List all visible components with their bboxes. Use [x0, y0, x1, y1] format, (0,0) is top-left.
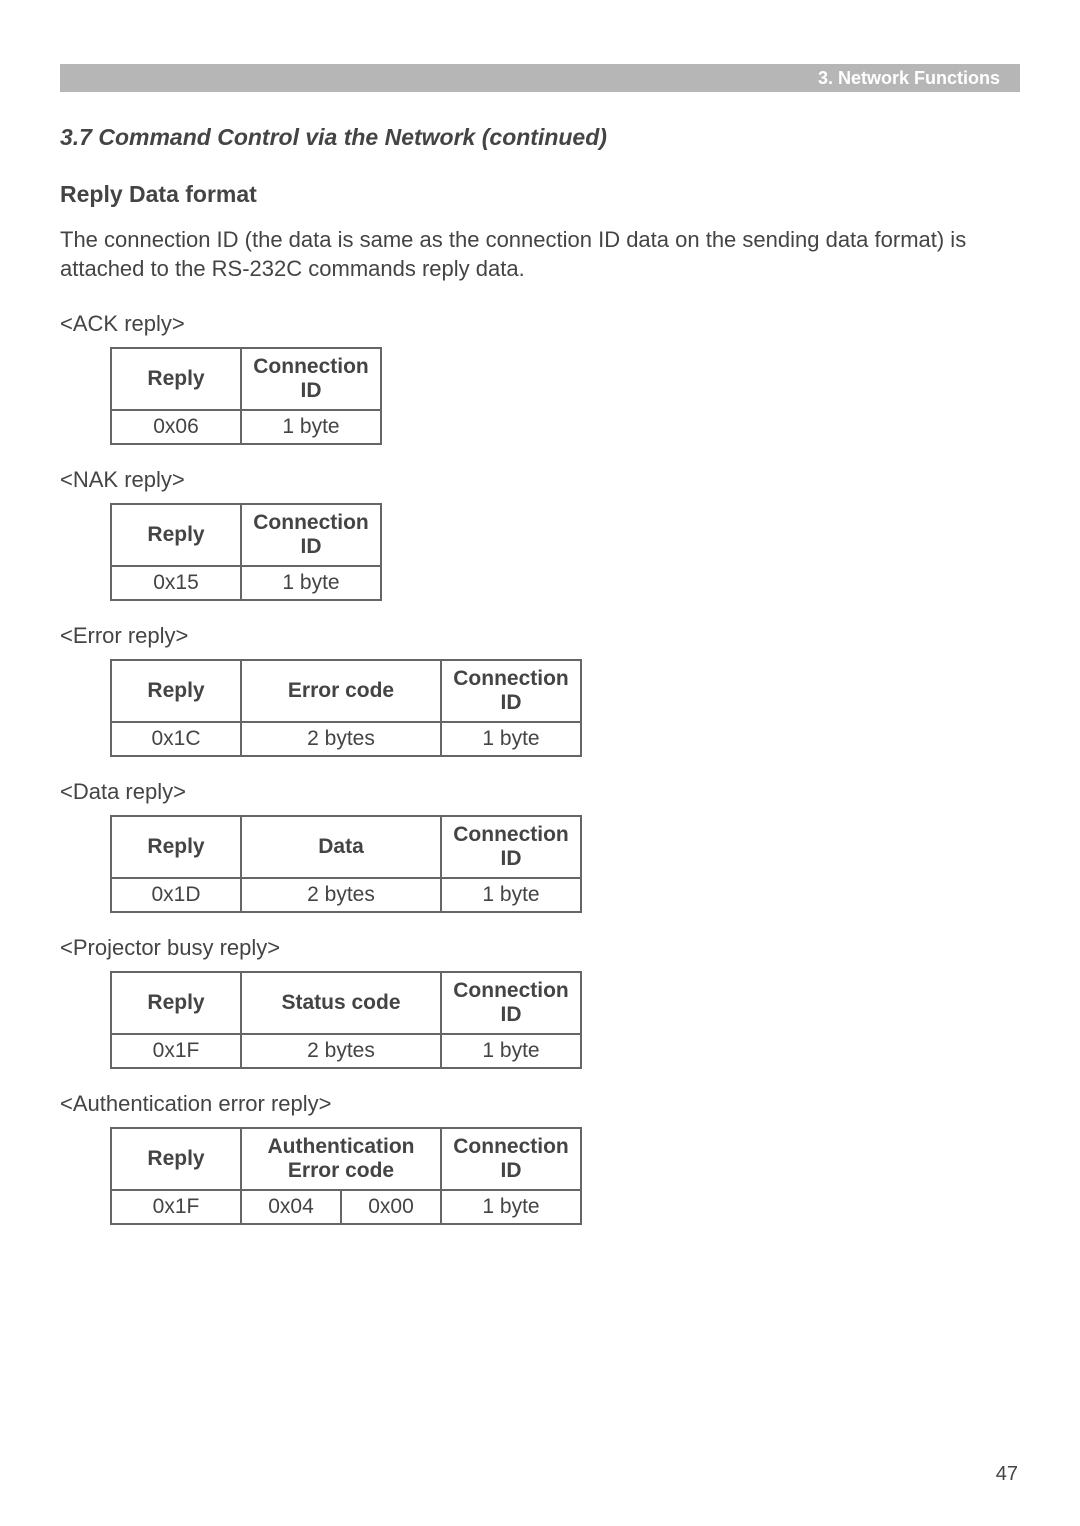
nak-table: Reply Connection ID 0x15 1 byte	[110, 503, 382, 601]
cell-data-value: 2 bytes	[241, 878, 441, 912]
error-block: <Error reply> Reply Error code Connectio…	[60, 623, 1020, 757]
auth-table: Reply Authentication Error code Connecti…	[110, 1127, 582, 1225]
ack-block: <ACK reply> Reply Connection ID 0x06 1 b…	[60, 311, 1020, 445]
col-connection-id: Connection ID	[241, 348, 381, 410]
col-reply: Reply	[111, 348, 241, 410]
table-row: 0x1F 0x04 0x00 1 byte	[111, 1190, 581, 1224]
error-table: Reply Error code Connection ID 0x1C 2 by…	[110, 659, 582, 757]
col-data: Data	[241, 816, 441, 878]
cell-conn-value: 1 byte	[241, 410, 381, 444]
table-row: 0x1D 2 bytes 1 byte	[111, 878, 581, 912]
cell-reply-value: 0x1F	[111, 1190, 241, 1224]
cell-conn-value: 1 byte	[441, 1034, 581, 1068]
data-table: Reply Data Connection ID 0x1D 2 bytes 1 …	[110, 815, 582, 913]
cell-reply-value: 0x15	[111, 566, 241, 600]
cell-auth-b1: 0x04	[241, 1190, 341, 1224]
col-connection-id: Connection ID	[441, 816, 581, 878]
section-title: 3.7 Command Control via the Network (con…	[60, 124, 1020, 151]
col-connection-id: Connection ID	[441, 660, 581, 722]
cell-conn-value: 1 byte	[241, 566, 381, 600]
page-number: 47	[996, 1463, 1018, 1486]
table-row: Reply Authentication Error code Connecti…	[111, 1128, 581, 1190]
data-label: <Data reply>	[60, 779, 1020, 805]
col-status-code: Status code	[241, 972, 441, 1034]
nak-label: <NAK reply>	[60, 467, 1020, 493]
col-reply: Reply	[111, 660, 241, 722]
cell-error-value: 2 bytes	[241, 722, 441, 756]
nak-block: <NAK reply> Reply Connection ID 0x15 1 b…	[60, 467, 1020, 601]
col-auth-error-code: Authentication Error code	[241, 1128, 441, 1190]
table-row: Reply Data Connection ID	[111, 816, 581, 878]
table-row: Reply Connection ID	[111, 348, 381, 410]
busy-label: <Projector busy reply>	[60, 935, 1020, 961]
cell-conn-value: 1 byte	[441, 878, 581, 912]
auth-label: <Authentication error reply>	[60, 1091, 1020, 1117]
cell-conn-value: 1 byte	[441, 1190, 581, 1224]
ack-label: <ACK reply>	[60, 311, 1020, 337]
busy-table: Reply Status code Connection ID 0x1F 2 b…	[110, 971, 582, 1069]
table-row: Reply Error code Connection ID	[111, 660, 581, 722]
col-reply: Reply	[111, 972, 241, 1034]
table-row: Reply Connection ID	[111, 504, 381, 566]
page-container: 3. Network Functions 3.7 Command Control…	[0, 0, 1080, 1526]
table-row: 0x06 1 byte	[111, 410, 381, 444]
ack-table: Reply Connection ID 0x06 1 byte	[110, 347, 382, 445]
col-connection-id: Connection ID	[441, 1128, 581, 1190]
col-connection-id: Connection ID	[241, 504, 381, 566]
section-subtitle: Reply Data format	[60, 181, 1020, 208]
table-row: 0x1C 2 bytes 1 byte	[111, 722, 581, 756]
table-row: 0x15 1 byte	[111, 566, 381, 600]
col-reply: Reply	[111, 1128, 241, 1190]
busy-block: <Projector busy reply> Reply Status code…	[60, 935, 1020, 1069]
col-connection-id: Connection ID	[441, 972, 581, 1034]
error-label: <Error reply>	[60, 623, 1020, 649]
table-row: 0x1F 2 bytes 1 byte	[111, 1034, 581, 1068]
chapter-label: 3. Network Functions	[818, 68, 1000, 89]
cell-reply-value: 0x1D	[111, 878, 241, 912]
header-bar: 3. Network Functions	[60, 64, 1020, 92]
col-reply: Reply	[111, 816, 241, 878]
data-block: <Data reply> Reply Data Connection ID 0x…	[60, 779, 1020, 913]
cell-reply-value: 0x1F	[111, 1034, 241, 1068]
auth-block: <Authentication error reply> Reply Authe…	[60, 1091, 1020, 1225]
table-row: Reply Status code Connection ID	[111, 972, 581, 1034]
cell-reply-value: 0x06	[111, 410, 241, 444]
intro-text: The connection ID (the data is same as t…	[60, 226, 1020, 283]
cell-reply-value: 0x1C	[111, 722, 241, 756]
cell-status-value: 2 bytes	[241, 1034, 441, 1068]
cell-auth-b2: 0x00	[341, 1190, 441, 1224]
col-error-code: Error code	[241, 660, 441, 722]
cell-conn-value: 1 byte	[441, 722, 581, 756]
col-reply: Reply	[111, 504, 241, 566]
